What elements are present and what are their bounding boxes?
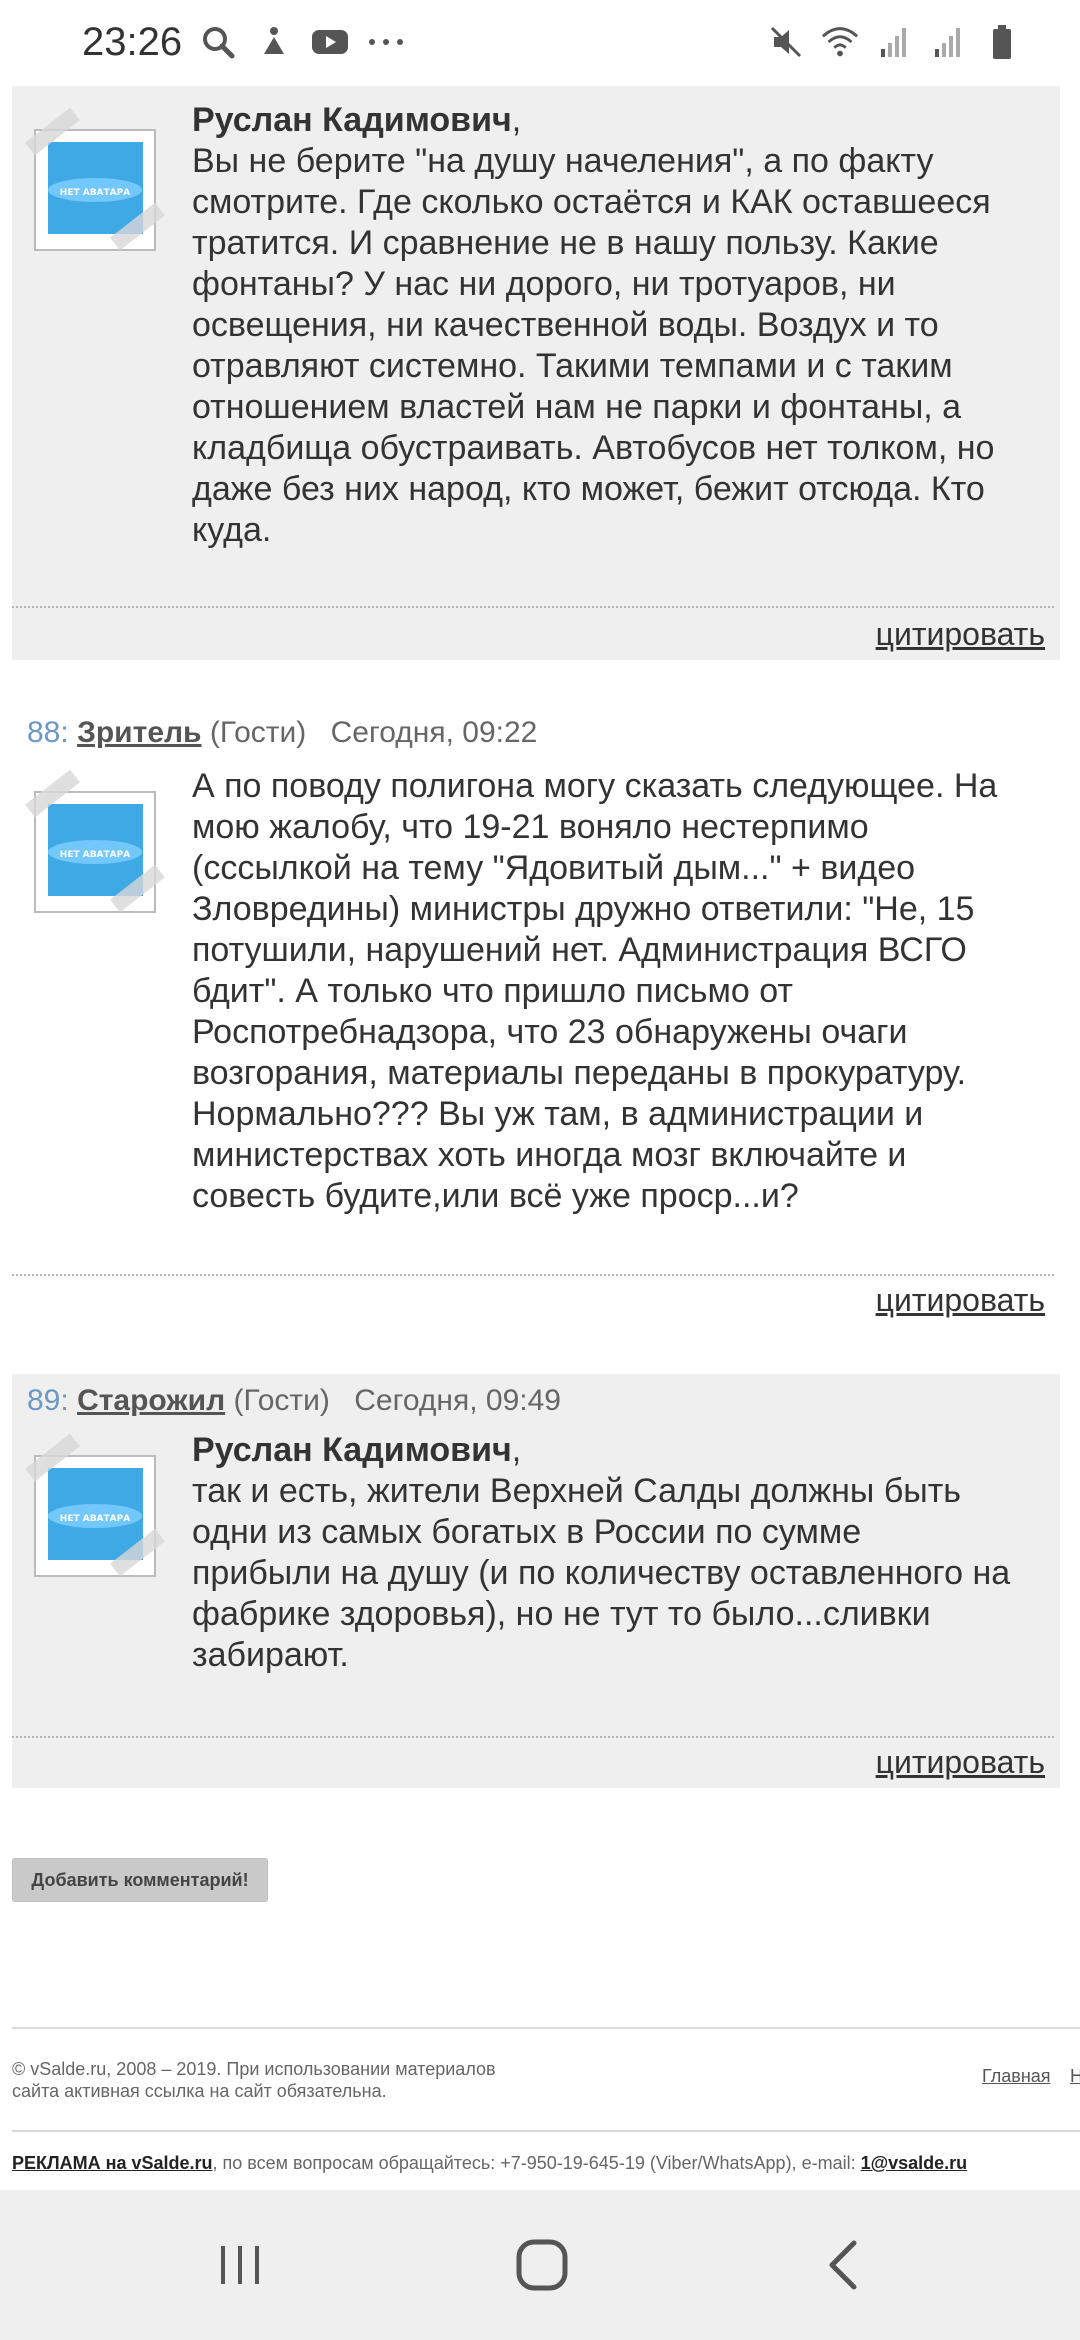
navigation-bar (0, 2190, 1080, 2340)
comment: НЕТ АВАТАРА Руслан Кадимович, Вы не бери… (12, 86, 1060, 660)
more-dots-icon (366, 22, 406, 62)
comment-line: (сссылкой на тему "Ядовитый дым..." + ви… (192, 849, 916, 887)
avatar: НЕТ АВАТАРА (20, 1430, 170, 1580)
comment-line: кладбища обустраивать. Автобусов нет тол… (192, 429, 995, 467)
footer-link-next[interactable]: Н (1070, 2066, 1080, 2087)
comment-line: тратится. И сравнение не в нашу пользу. … (192, 224, 939, 262)
comment-line: фонтаны? У нас ни дорого, ни тротуаров, … (192, 265, 896, 303)
youtube-icon (310, 22, 350, 62)
signal-icon (928, 22, 968, 62)
quote-link[interactable]: цитировать (876, 1282, 1045, 1319)
comment-date: Сегодня, 09:22 (330, 716, 538, 749)
avatar: НЕТ АВАТАРА (20, 766, 170, 916)
comment-body: А по поводу полигона могу сказать следую… (192, 766, 1072, 1217)
comment-addressee[interactable]: Руслан Кадимович (192, 1431, 512, 1469)
comment-line: освещения, ни качественной воды. Воздух … (192, 306, 939, 344)
comment-number: 89: (27, 1384, 69, 1417)
comment-line: отравляют системно. Такими темпами и с т… (192, 347, 953, 385)
footer-ads: РЕКЛАМА на vSalde.ru, по всем вопросам о… (12, 2153, 967, 2174)
comment-line: министерствах хоть иногда мозг включайте… (192, 1136, 907, 1174)
avatar: НЕТ АВАТАРА (20, 104, 170, 254)
comment-line: даже без них народ, кто может, бежит отс… (192, 470, 985, 508)
comment-line: возгорания, материалы переданы в прокура… (192, 1054, 967, 1092)
avatar-label: НЕТ АВАТАРА (60, 850, 130, 860)
comment-divider (12, 1736, 1054, 1738)
comment-addressee[interactable]: Руслан Кадимович (192, 101, 512, 139)
comment-group: (Гости) (233, 1384, 330, 1417)
comment-line: потушили, нарушений нет. Администрация В… (192, 931, 967, 969)
comment-line: так и есть, жители Верхней Салды должны … (192, 1472, 962, 1510)
comment: 88: Зритель (Гости) Сегодня, 09:22 НЕТ А… (12, 710, 1060, 1330)
comment-line: А по поводу полигона могу сказать следую… (192, 767, 998, 805)
quote-link[interactable]: цитировать (876, 616, 1045, 653)
comment-line: смотрите. Где сколько остаётся и КАК ост… (192, 183, 991, 221)
comment-line: бдит". А только что пришло письмо от (192, 972, 793, 1010)
comment-divider (12, 606, 1054, 608)
comment-line: прибыли на душу (и по количеству оставле… (192, 1554, 1011, 1592)
comment-group: (Гости) (209, 716, 307, 749)
comment-line: мою жалобу, что 19-21 воняло нестерпимо (192, 808, 869, 846)
avatar-label: НЕТ АВАТАРА (60, 1514, 130, 1524)
comment-body: Руслан Кадимович, Вы не берите "на душу … (192, 100, 1072, 551)
comment-line: фабрике здоровья), но не тут то было...с… (192, 1595, 931, 1633)
signal-icon (874, 22, 914, 62)
comment-divider (12, 1274, 1054, 1276)
recent-apps-icon[interactable] (180, 2190, 300, 2340)
comment-line: Роспотребнадзора, что 23 обнаружены очаг… (192, 1013, 908, 1051)
add-comment-button[interactable]: Добавить комментарий! (12, 1858, 268, 1902)
comment-date: Сегодня, 09:49 (354, 1384, 561, 1417)
ads-link[interactable]: РЕКЛАМА на vSalde.ru (12, 2153, 213, 2173)
comment-line: одни из самых богатых в России по сумме (192, 1513, 862, 1551)
status-bar: 23:26 (0, 0, 1080, 86)
comment-meta: 89: Старожил (Гости) Сегодня, 09:49 (27, 1384, 561, 1418)
home-icon[interactable] (482, 2190, 602, 2340)
comment-number: 88: (27, 716, 69, 749)
status-time: 23:26 (82, 20, 183, 64)
comment-body: Руслан Кадимович, так и есть, жители Вер… (192, 1430, 1072, 1676)
comment-author[interactable]: Старожил (77, 1384, 225, 1417)
ads-email-link[interactable]: 1@vsalde.ru (861, 2153, 968, 2173)
footer-copyright: © vSalde.ru, 2008 – 2019. При использова… (12, 2059, 496, 2101)
avatar-label: НЕТ АВАТАРА (60, 188, 130, 198)
comment-line: Зловредины) министры дружно ответили: "Н… (192, 890, 975, 928)
mute-icon (766, 22, 806, 62)
footer-link-main[interactable]: Главная (982, 2066, 1051, 2087)
quote-link[interactable]: цитировать (876, 1744, 1045, 1781)
comment-meta: 88: Зритель (Гости) Сегодня, 09:22 (27, 716, 537, 750)
comment-line: Вы не берите "на душу начеления", а по ф… (192, 142, 934, 180)
comment: 89: Старожил (Гости) Сегодня, 09:49 НЕТ … (12, 1374, 1060, 1788)
battery-icon (982, 22, 1022, 62)
comment-author[interactable]: Зритель (77, 716, 201, 749)
comment-line: отношением властей нам не парки и фонтан… (192, 388, 962, 426)
comment-line: совесть будите,или всё уже проср...и? (192, 1177, 799, 1215)
footer-divider (12, 2130, 1080, 2132)
search-icon (198, 22, 238, 62)
accessibility-icon (254, 22, 294, 62)
wifi-icon (820, 22, 860, 62)
comment-line: куда. (192, 511, 272, 549)
back-icon[interactable] (784, 2190, 904, 2340)
ads-text: , по всем вопросам обращайтесь: +7-950-1… (212, 2153, 861, 2173)
comment-line: Нормально??? Вы уж там, в администрации … (192, 1095, 924, 1133)
footer-divider (12, 2027, 1080, 2029)
comment-line: забирают. (192, 1636, 349, 1674)
